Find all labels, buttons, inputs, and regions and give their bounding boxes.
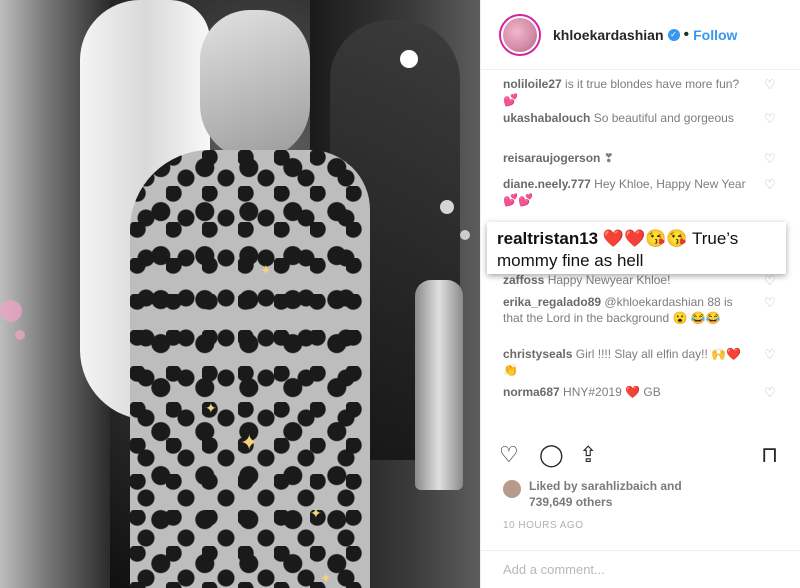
comment-emoji: 💕💕 <box>503 193 533 207</box>
comment-item: noliloile27 is it true blondes have more… <box>481 72 800 107</box>
post-sidebar: khloekardashian ✓ • Follow noliloile27 i… <box>480 0 800 588</box>
photo-light-bokeh <box>400 50 418 68</box>
comment-text: Happy Newyear Khloe! <box>547 273 671 287</box>
comment-username[interactable]: noliloile27 <box>503 77 562 91</box>
highlight-hearts: ❤️❤️ <box>602 229 646 248</box>
separator-dot: • <box>683 25 690 43</box>
photo-light-bokeh <box>460 230 470 240</box>
photo-light-bokeh <box>440 200 454 214</box>
comment-emoji: ❤️ <box>625 385 641 399</box>
add-comment-input[interactable]: Add a comment... <box>481 550 800 588</box>
share-icon[interactable]: ⇪ <box>579 442 597 468</box>
photo-sparkle: ✦ <box>205 400 217 416</box>
comment-username[interactable]: ukashabalouch <box>503 111 590 125</box>
highlight-text-line2: mommy fine as hell <box>497 251 644 270</box>
comment-emoji: ❣ <box>603 151 614 165</box>
post-actions-bar: ♡ ◯ ⇪ ⊓ <box>499 440 789 470</box>
comment-item: ukashabalouch So beautiful and gorgeous … <box>481 106 800 146</box>
photo-face <box>200 10 310 160</box>
comment-item: reisaraujogerson ❣ ♡ <box>481 146 800 172</box>
photo-sparkle: ✦ <box>320 570 332 586</box>
comment-like-heart-icon[interactable]: ♡ <box>764 112 777 125</box>
comment-text-suffix: GB <box>643 385 661 399</box>
post-timestamp: 10 HOURS AGO <box>503 520 584 531</box>
username-link[interactable]: khloekardashian <box>553 27 664 43</box>
highlight-kisses: 😘😘 <box>645 229 688 248</box>
post-photo[interactable]: ✦ ✦ ✦ ✦ ✦ <box>0 0 480 588</box>
comment-item: diane.neely.777 Hey Khloe, Happy New Yea… <box>481 172 800 212</box>
post-header: khloekardashian ✓ • Follow <box>481 0 800 70</box>
comment-like-heart-icon[interactable]: ♡ <box>764 152 777 165</box>
profile-avatar[interactable] <box>499 13 541 56</box>
comment-username[interactable]: diane.neely.777 <box>503 177 591 191</box>
comment-bubble-icon[interactable]: ◯ <box>539 442 564 468</box>
photo-champagne-bottle <box>415 280 463 490</box>
comment-username[interactable]: christyseals <box>503 347 572 361</box>
liker-avatar <box>503 480 521 498</box>
follow-button[interactable]: Follow <box>693 27 737 43</box>
verified-badge-icon: ✓ <box>667 28 680 41</box>
comment-item: norma687 HNY#2019 ❤️ GB ♡ <box>481 380 800 402</box>
comment-emoji: 😂😂 <box>690 311 721 325</box>
comment-username[interactable]: zaffoss <box>503 273 544 287</box>
likes-line-1: Liked by sarahlizbaich and <box>529 479 682 493</box>
highlight-username[interactable]: realtristan13 <box>497 229 598 248</box>
likes-line-2: 739,649 others <box>529 495 613 509</box>
comment-text: Girl !!!! Slay all elfin day!! <box>575 347 708 361</box>
bookmark-icon[interactable]: ⊓ <box>761 442 778 468</box>
comment-like-heart-icon[interactable]: ♡ <box>764 178 777 191</box>
like-heart-icon[interactable]: ♡ <box>499 442 519 468</box>
highlighted-comment: realtristan13 ❤️❤️😘😘 True’s mommy fine a… <box>487 222 786 274</box>
comment-text: Hey Khloe, Happy New Year <box>594 177 746 191</box>
comment-like-heart-icon[interactable]: ♡ <box>764 274 777 287</box>
comment-item: erika_regalado89 @khloekardashian 88 is … <box>481 290 800 342</box>
photo-sparkle: ✦ <box>260 262 272 278</box>
highlight-text-line1: True’s <box>691 229 739 248</box>
comment-text: So beautiful and gorgeous <box>593 111 734 125</box>
comment-like-heart-icon[interactable]: ♡ <box>764 386 777 399</box>
photo-sparkle: ✦ <box>240 430 259 455</box>
comment-username[interactable]: reisaraujogerson <box>503 151 600 165</box>
comment-like-heart-icon[interactable]: ♡ <box>764 348 777 361</box>
photo-pink-bokeh <box>0 300 22 322</box>
photo-pink-bokeh <box>15 330 25 340</box>
comment-like-heart-icon[interactable]: ♡ <box>764 296 777 309</box>
comment-emoji: 💕 <box>503 93 518 107</box>
comment-like-heart-icon[interactable]: ♡ <box>764 78 777 91</box>
comment-text: is it true blondes have more fun? <box>565 77 740 91</box>
photo-leopard-dress <box>130 150 370 588</box>
photo-sparkle: ✦ <box>310 505 322 521</box>
likes-summary[interactable]: Liked by sarahlizbaich and 739,649 other… <box>503 478 682 510</box>
comment-item: christyseals Girl !!!! Slay all elfin da… <box>481 342 800 380</box>
comment-text: HNY#2019 <box>563 385 622 399</box>
comment-username[interactable]: norma687 <box>503 385 560 399</box>
comment-username[interactable]: erika_regalado89 <box>503 295 601 309</box>
